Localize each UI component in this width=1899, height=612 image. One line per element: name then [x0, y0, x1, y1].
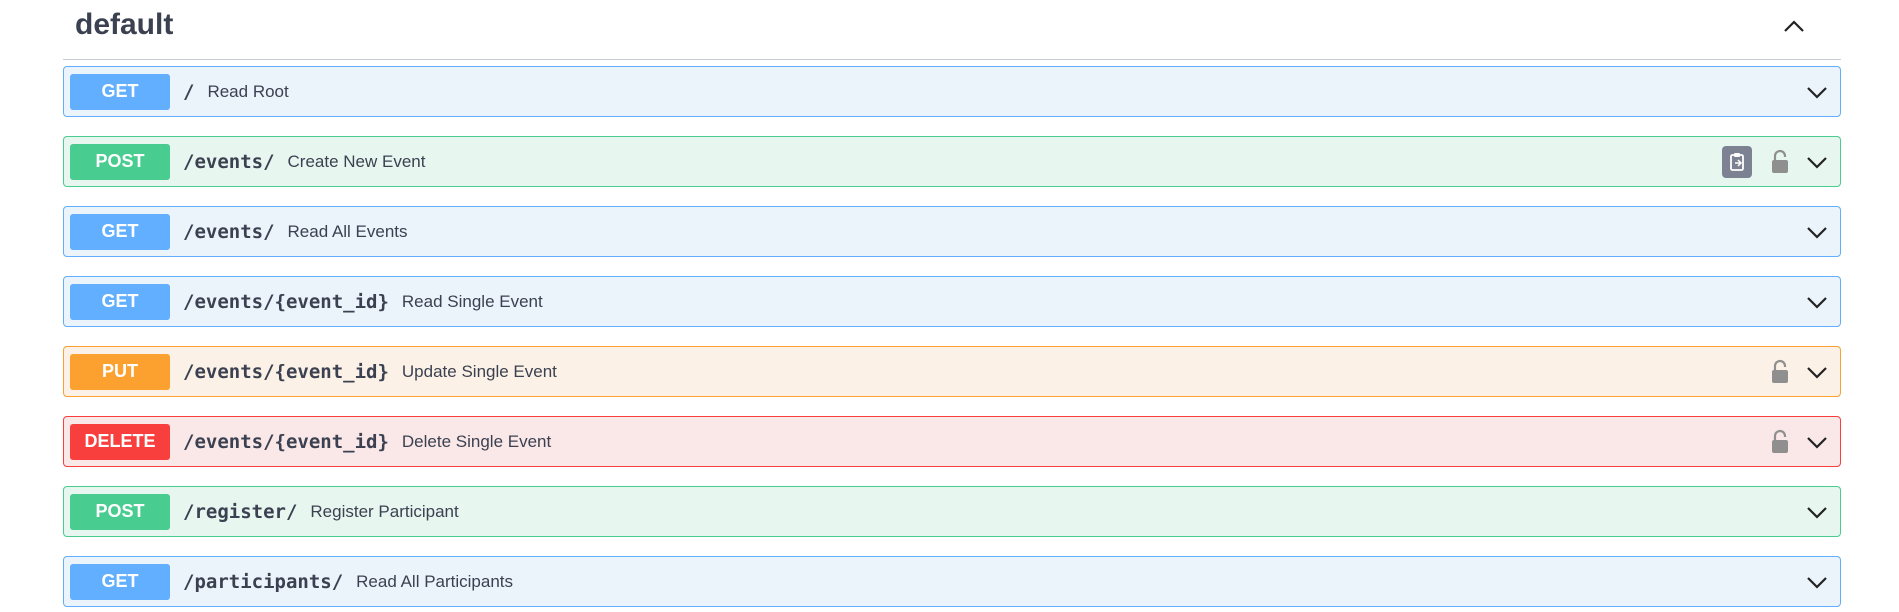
operation-get-root[interactable]: GET / Read Root: [63, 66, 1841, 117]
operation-path: /events/: [183, 220, 275, 243]
method-badge: PUT: [70, 353, 170, 390]
tag-section-default: default GET / Read Root POST /events/ Cr…: [63, 0, 1841, 607]
operation-summary: Read Root: [207, 81, 289, 101]
method-badge: POST: [70, 493, 170, 530]
operation-summary: Update Single Event: [401, 361, 557, 381]
tag-title: default: [75, 8, 174, 41]
operation-get-events[interactable]: GET /events/ Read All Events: [63, 206, 1841, 257]
method-badge: POST: [70, 143, 170, 180]
chevron-down-icon[interactable]: [1804, 362, 1830, 382]
operation-put-event[interactable]: PUT /events/{event_id} Update Single Eve…: [63, 346, 1841, 397]
operation-post-events[interactable]: POST /events/ Create New Event: [63, 136, 1841, 187]
unlocked-padlock-icon[interactable]: [1770, 359, 1790, 385]
method-badge: DELETE: [70, 423, 170, 460]
chevron-down-icon[interactable]: [1804, 502, 1830, 522]
operation-path: /participants/: [183, 570, 344, 593]
chevron-down-icon[interactable]: [1804, 292, 1830, 312]
operation-summary: Read Single Event: [401, 291, 543, 311]
operation-get-participants[interactable]: GET /participants/ Read All Participants: [63, 556, 1841, 607]
operation-path: /events/{event_id}: [183, 430, 389, 453]
tag-header[interactable]: default: [63, 0, 1841, 60]
chevron-down-icon[interactable]: [1804, 82, 1830, 102]
operation-summary: Register Participant: [310, 501, 459, 521]
operation-summary: Create New Event: [287, 151, 426, 171]
chevron-up-icon[interactable]: [1779, 14, 1809, 38]
operation-summary: Read All Events: [287, 221, 408, 241]
operation-path: /register/: [183, 500, 298, 523]
method-badge: GET: [70, 73, 170, 110]
operation-path: /: [183, 80, 195, 103]
operation-path: /events/: [183, 150, 275, 173]
operation-get-event-by-id[interactable]: GET /events/{event_id} Read Single Event: [63, 276, 1841, 327]
chevron-down-icon[interactable]: [1804, 222, 1830, 242]
operation-summary: Read All Participants: [356, 571, 514, 591]
method-badge: GET: [70, 283, 170, 320]
chevron-down-icon[interactable]: [1804, 572, 1830, 592]
chevron-down-icon[interactable]: [1804, 432, 1830, 452]
unlocked-padlock-icon[interactable]: [1770, 149, 1790, 175]
method-badge: GET: [70, 563, 170, 600]
chevron-down-icon[interactable]: [1804, 152, 1830, 172]
operation-path: /events/{event_id}: [183, 290, 389, 313]
operation-summary: Delete Single Event: [401, 431, 552, 451]
method-badge: GET: [70, 213, 170, 250]
operation-post-register[interactable]: POST /register/ Register Participant: [63, 486, 1841, 537]
operation-delete-event[interactable]: DELETE /events/{event_id} Delete Single …: [63, 416, 1841, 467]
copy-to-clipboard-icon[interactable]: [1722, 145, 1752, 178]
operation-path: /events/{event_id}: [183, 360, 389, 383]
unlocked-padlock-icon[interactable]: [1770, 429, 1790, 455]
